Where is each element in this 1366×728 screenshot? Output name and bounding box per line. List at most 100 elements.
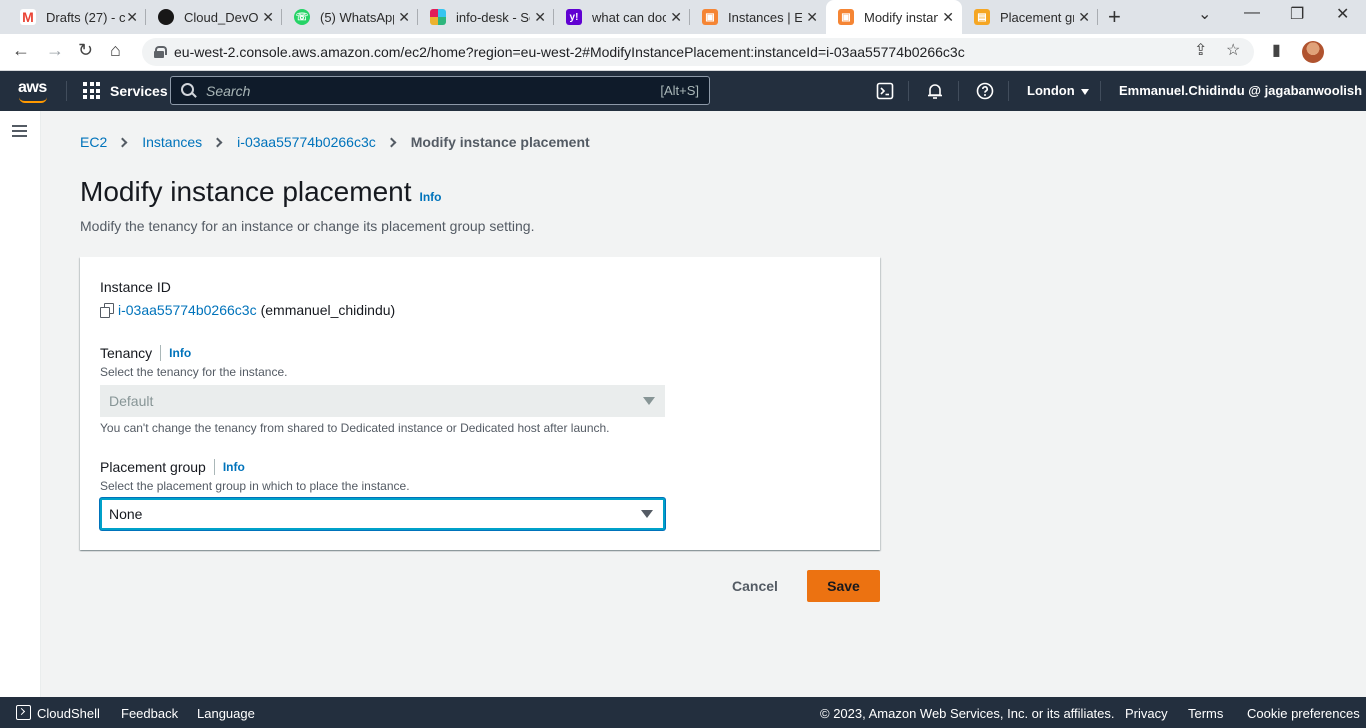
bookmark-star-icon[interactable]: ☆ [1226, 40, 1240, 60]
hamburger-menu-icon[interactable] [12, 125, 27, 137]
close-icon[interactable]: ✕ [1078, 9, 1090, 26]
breadcrumb-instances[interactable]: Instances [142, 134, 202, 150]
tab-title: Placement gr [1000, 9, 1074, 25]
divider [66, 81, 67, 101]
address-bar[interactable]: eu-west-2.console.aws.amazon.com/ec2/hom… [142, 38, 1254, 66]
page-info-link[interactable]: Info [420, 190, 442, 204]
search-shortcut-hint: [Alt+S] [660, 83, 699, 98]
forward-arrow-icon[interactable]: → [46, 40, 64, 61]
tab-title: Instances | EC [728, 9, 802, 25]
page-title: Modify instance placement Info [80, 176, 442, 208]
footer-feedback-link[interactable]: Feedback [121, 706, 178, 721]
tab-title: what can doc [592, 9, 666, 25]
footer-cloudshell-link[interactable]: CloudShell [37, 706, 100, 721]
gmail-icon: M [20, 9, 36, 25]
tab-title: info-desk - Sc [456, 9, 530, 25]
breadcrumb-ec2[interactable]: EC2 [80, 134, 107, 150]
placement-group-description: Select the placement group in which to p… [100, 479, 410, 493]
whatsapp-icon: ☏ [294, 9, 310, 25]
cloudshell-icon[interactable] [876, 82, 894, 100]
tab-title: (5) WhatsApp [320, 9, 394, 25]
profile-avatar[interactable] [1302, 41, 1324, 63]
close-icon[interactable]: ✕ [670, 9, 682, 26]
tenancy-constraint-text: You can't change the tenancy from shared… [100, 421, 610, 435]
instance-id-link[interactable]: i-03aa55774b0266c3c [118, 302, 257, 318]
browser-tab-whatsapp[interactable]: ☏ (5) WhatsApp ✕ [282, 0, 418, 34]
breadcrumb-current: Modify instance placement [410, 134, 590, 150]
help-icon[interactable] [976, 82, 994, 100]
reload-icon[interactable]: ↻ [78, 40, 93, 61]
footer-privacy-link[interactable]: Privacy [1125, 706, 1168, 721]
tenancy-description: Select the tenancy for the instance. [100, 365, 288, 379]
close-icon[interactable]: ✕ [942, 9, 954, 26]
close-icon[interactable]: ✕ [534, 9, 546, 26]
chevron-right-icon [212, 137, 223, 147]
tenancy-info-link[interactable]: Info [169, 346, 191, 360]
label-divider [160, 345, 162, 361]
close-icon[interactable]: ✕ [126, 9, 138, 26]
slack-icon [430, 9, 446, 25]
cancel-button[interactable]: Cancel [720, 570, 790, 602]
aws-smile-icon [19, 97, 47, 103]
tenancy-label: Tenancy Info [100, 345, 191, 361]
browser-tab-instances[interactable]: ▣ Instances | EC ✕ [690, 0, 826, 34]
global-search[interactable]: [Alt+S] [170, 76, 710, 105]
breadcrumb-instance-id[interactable]: i-03aa55774b0266c3c [237, 134, 376, 150]
browser-tab-modify-instance[interactable]: ▣ Modify instan ✕ [826, 0, 962, 34]
window-close-icon[interactable]: ✕ [1336, 4, 1349, 24]
footer-terms-link[interactable]: Terms [1188, 706, 1223, 721]
tab-search-chevron-icon[interactable]: ⌄ [1198, 4, 1211, 24]
browser-tabstrip: M Drafts (27) - c ✕ Cloud_DevOp ✕ ☏ (5) … [0, 0, 1366, 34]
search-input[interactable] [206, 82, 626, 99]
placement-group-selected-value: None [109, 506, 143, 522]
placement-group-info-link[interactable]: Info [223, 460, 245, 474]
divider [1008, 81, 1009, 101]
instance-id-label: Instance ID [100, 279, 171, 295]
minimize-icon[interactable]: — [1244, 4, 1260, 22]
save-button[interactable]: Save [807, 570, 880, 602]
aws-logo[interactable]: aws [18, 79, 47, 103]
caret-down-icon [641, 510, 653, 518]
back-arrow-icon[interactable]: ← [12, 40, 30, 61]
tab-title: Modify instan [864, 9, 938, 25]
instance-id-row: i-03aa55774b0266c3c (emmanuel_chidindu) [100, 302, 395, 318]
close-icon[interactable]: ✕ [806, 9, 818, 26]
copy-icon[interactable] [100, 303, 114, 318]
placement-group-select[interactable]: None [100, 498, 665, 530]
aws-footer: CloudShell Feedback Language © 2023, Ama… [0, 697, 1366, 728]
caret-down-icon [643, 397, 655, 405]
footer-cookie-preferences-link[interactable]: Cookie preferences [1247, 706, 1360, 721]
grid-menu-icon [83, 82, 100, 99]
search-icon [181, 83, 196, 98]
chevron-right-icon [117, 137, 128, 147]
browser-tab-placement[interactable]: ▤ Placement gr ✕ [962, 0, 1098, 34]
caret-down-icon [1080, 88, 1089, 95]
account-menu[interactable]: Emmanuel.Chidindu @ jagabanwoolish [1119, 83, 1366, 98]
footer-language-link[interactable]: Language [197, 706, 255, 721]
region-selector[interactable]: London [1027, 83, 1089, 98]
instance-id-label-text: Instance ID [100, 279, 171, 295]
close-icon[interactable]: ✕ [398, 9, 410, 26]
home-icon[interactable]: ⌂ [110, 40, 121, 61]
close-icon[interactable]: ✕ [262, 9, 274, 26]
side-panel-icon[interactable]: ▮ [1272, 40, 1281, 60]
restore-icon[interactable]: ❐ [1290, 4, 1304, 24]
aws-top-nav: aws Services [Alt+S] London Emmanuel.Chi… [0, 71, 1366, 111]
chevron-right-icon [386, 137, 397, 147]
cloudshell-icon[interactable] [16, 705, 31, 720]
placement-form-panel: Instance ID i-03aa55774b0266c3c (emmanue… [80, 257, 880, 550]
yahoo-icon: y! [566, 9, 582, 25]
browser-tab-slack[interactable]: info-desk - Sc ✕ [418, 0, 554, 34]
services-menu-button[interactable]: Services [83, 82, 168, 99]
tab-separator [1097, 9, 1098, 25]
notifications-bell-icon[interactable] [926, 82, 944, 100]
browser-tab-gmail[interactable]: M Drafts (27) - c ✕ [8, 0, 146, 34]
browser-tab-github[interactable]: Cloud_DevOp ✕ [146, 0, 282, 34]
placement-group-label-text: Placement group [100, 459, 206, 475]
instance-name: (emmanuel_chidindu) [260, 302, 396, 318]
browser-tab-yahoo[interactable]: y! what can doc ✕ [554, 0, 690, 34]
share-icon[interactable]: ⇪ [1194, 40, 1207, 60]
tenancy-selected-value: Default [109, 393, 154, 409]
url-text: eu-west-2.console.aws.amazon.com/ec2/hom… [174, 44, 965, 60]
new-tab-plus-icon[interactable]: + [1108, 4, 1121, 30]
